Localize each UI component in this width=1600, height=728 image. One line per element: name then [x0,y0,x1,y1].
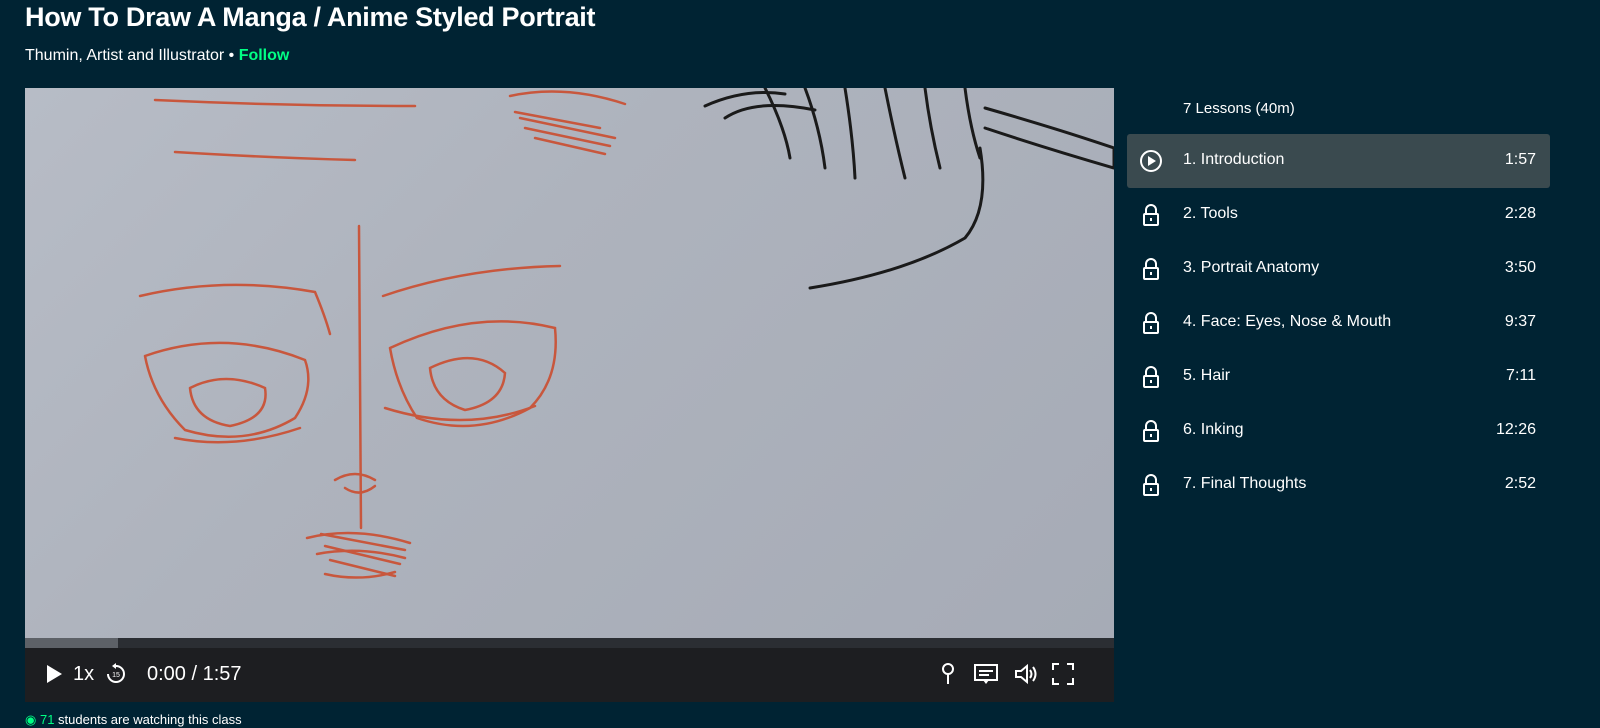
eye-icon: ◉ [25,712,37,727]
follow-link[interactable]: Follow [239,47,290,64]
lesson-item-introduction[interactable]: 1. Introduction 1:57 [1127,134,1550,188]
lesson-title: 6. Inking [1183,421,1244,438]
author-name[interactable]: Thumin, Artist and Illustrator [25,47,224,64]
lesson-title: 4. Face: Eyes, Nose & Mouth [1183,313,1392,330]
lesson-item-hair[interactable]: 5. Hair 7:11 [1127,350,1550,404]
play-circle-icon [1139,149,1163,173]
lesson-item-face[interactable]: 4. Face: Eyes, Nose & Mouth 9:37 [1127,296,1550,350]
rewind-15-icon[interactable]: 15 [105,662,127,691]
separator: • [224,47,239,64]
lesson-item-inking[interactable]: 6. Inking 12:26 [1127,404,1550,458]
progress-fill [25,638,118,648]
player-controls: 1x 15 0:00 / 1:57 [25,648,1114,702]
lock-icon [1139,473,1163,497]
sketch-illustration [138,88,1114,579]
lock-icon [1139,257,1163,281]
pin-icon[interactable] [940,662,956,691]
watching-notice: ◉ 71 students are watching this class [25,712,242,728]
lesson-duration: 7:11 [1506,367,1536,384]
watching-count: 71 [39,712,55,727]
lesson-item-final-thoughts[interactable]: 7. Final Thoughts 2:52 [1127,458,1550,512]
timecode: 0:00 / 1:57 [147,663,242,685]
fullscreen-icon[interactable] [1051,662,1075,691]
class-subtitle: Thumin, Artist and Illustrator • Follow [25,47,289,65]
lesson-duration: 1:57 [1504,151,1536,168]
lock-icon [1139,419,1163,443]
play-icon[interactable] [43,662,65,691]
page-title: How To Draw A Manga / Anime Styled Portr… [25,2,596,32]
video-player[interactable]: 1x 15 0:00 / 1:57 [25,88,1114,702]
lesson-title: 2. Tools [1183,205,1238,222]
lesson-duration: 2:28 [1504,205,1536,222]
speed-button[interactable]: 1x [73,663,94,686]
lesson-duration: 2:52 [1504,475,1536,492]
lessons-summary: 7 Lessons (40m) [1183,100,1295,117]
lock-icon [1139,203,1163,227]
svg-text:15: 15 [112,672,120,679]
lesson-duration: 9:37 [1504,313,1536,330]
watching-text: students are watching this class [54,712,242,727]
lesson-title: 7. Final Thoughts [1183,475,1307,492]
volume-icon[interactable] [1013,662,1039,691]
lesson-item-tools[interactable]: 2. Tools 2:28 [1127,188,1550,242]
lock-icon [1139,311,1163,335]
video-frame[interactable] [25,88,1114,638]
lesson-duration: 12:26 [1495,421,1536,438]
lesson-title: 1. Introduction [1183,151,1285,168]
captions-icon[interactable] [973,662,999,691]
progress-bar[interactable] [25,638,1114,648]
lock-icon [1139,365,1163,389]
lesson-item-portrait-anatomy[interactable]: 3. Portrait Anatomy 3:50 [1127,242,1550,296]
lesson-title: 3. Portrait Anatomy [1183,259,1320,276]
lesson-title: 5. Hair [1183,367,1231,384]
lesson-duration: 3:50 [1504,259,1536,276]
